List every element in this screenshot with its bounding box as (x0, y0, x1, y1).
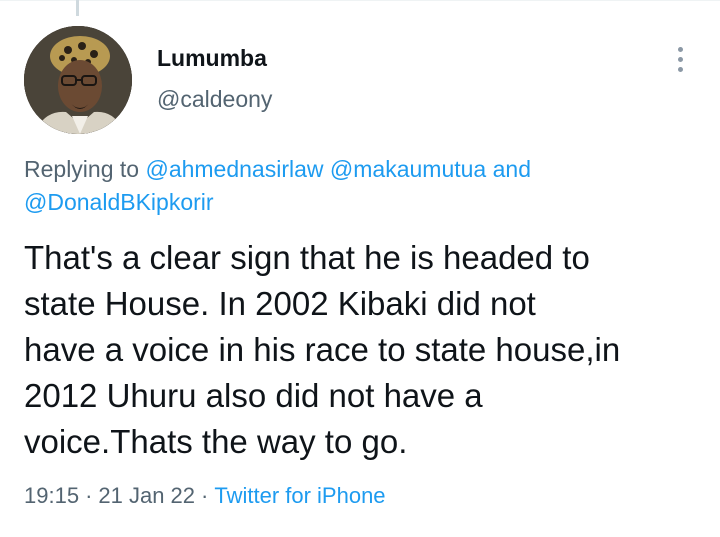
avatar[interactable] (24, 26, 132, 134)
separator: · (85, 483, 93, 508)
author-handle[interactable]: @caldeony (157, 86, 272, 113)
more-vertical-icon-dot-3 (677, 66, 683, 72)
tweet-time[interactable]: 19:15 (24, 483, 79, 508)
more-vertical-icon-dot-2 (677, 56, 683, 62)
top-divider (0, 0, 720, 1)
mention-conjunction[interactable]: and (493, 156, 531, 182)
author-name[interactable]: Lumumba (157, 45, 267, 72)
tweet-date[interactable]: 21 Jan 22 (98, 483, 195, 508)
avatar-image (24, 26, 132, 134)
replying-to-label: Replying to (24, 156, 140, 182)
tweet-text: That's a clear sign that he is headed to… (24, 239, 621, 460)
mention-link[interactable]: @makaumutua (330, 156, 486, 182)
replying-to-line: Replying to @ahmednasirlaw @makaumutua a… (24, 153, 704, 219)
mention-link[interactable]: @ahmednasirlaw (145, 156, 323, 182)
mention-link[interactable]: @DonaldBKipkorir (24, 189, 214, 215)
tweet-metadata: 19:15 · 21 Jan 22 · Twitter for iPhone (24, 483, 386, 509)
separator: · (201, 483, 209, 508)
more-options-button[interactable] (664, 40, 696, 78)
thread-connector-line (76, 0, 79, 16)
tweet-source-link[interactable]: Twitter for iPhone (214, 483, 385, 508)
more-vertical-icon (677, 46, 683, 52)
